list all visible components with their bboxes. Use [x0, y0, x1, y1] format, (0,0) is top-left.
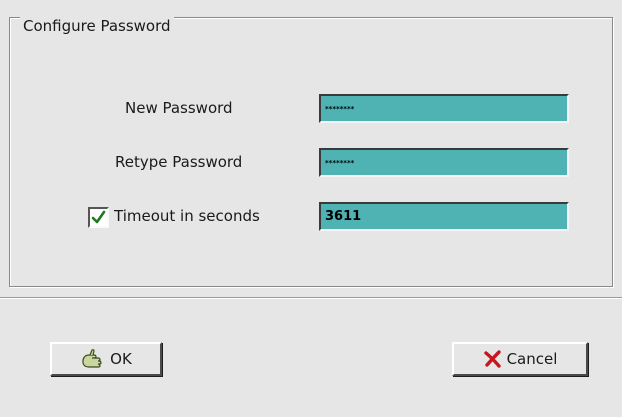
timeout-label: Timeout in seconds	[114, 207, 260, 225]
checkmark-icon	[91, 210, 106, 224]
group-title: Configure Password	[20, 17, 174, 35]
red-x-icon	[483, 349, 503, 369]
timeout-checkbox[interactable]	[88, 207, 109, 228]
ok-button[interactable]: OK	[50, 342, 162, 376]
new-password-field[interactable]	[319, 94, 569, 123]
new-password-label: New Password	[125, 99, 233, 117]
ok-hand-icon	[80, 348, 106, 370]
ok-label: OK	[110, 350, 132, 368]
cancel-button[interactable]: Cancel	[452, 342, 588, 376]
timeout-field[interactable]	[319, 202, 569, 231]
retype-password-label: Retype Password	[115, 153, 243, 171]
cancel-label: Cancel	[506, 350, 558, 368]
retype-password-field[interactable]	[319, 148, 569, 177]
